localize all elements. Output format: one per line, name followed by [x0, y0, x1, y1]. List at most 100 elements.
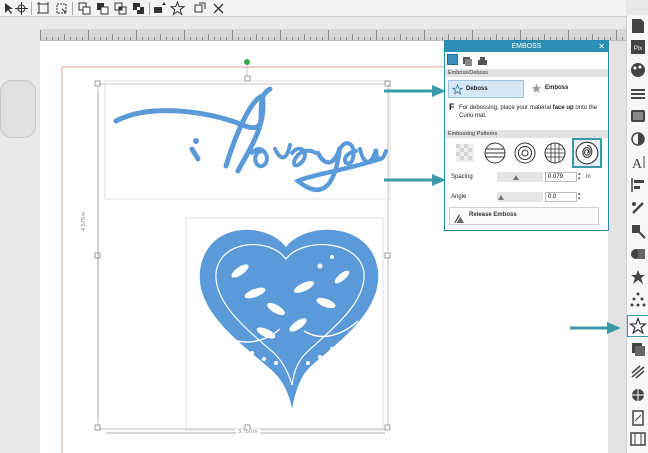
- release-emboss-label: Release Emboss: [469, 212, 517, 218]
- intersect-icon[interactable]: [113, 1, 128, 16]
- ruler-tick: [262, 37, 263, 40]
- grid-icon[interactable]: [629, 386, 647, 404]
- ruler-tick: [412, 37, 413, 40]
- emboss-button[interactable]: Emboss: [528, 80, 606, 98]
- ruler-tick: [190, 37, 191, 40]
- angle-stepper[interactable]: ▴ ▾: [578, 192, 584, 202]
- section-patterns: Embossing Patterns: [445, 130, 608, 138]
- deboss-label: Deboss: [466, 86, 488, 92]
- section-emboss-deboss: Emboss/Deboss: [445, 69, 608, 77]
- sketch-icon[interactable]: [629, 363, 647, 381]
- tab-print-icon[interactable]: [477, 54, 488, 65]
- ruler-tick: [166, 37, 167, 40]
- ruler-tick: [46, 37, 47, 40]
- library-icon[interactable]: [629, 430, 647, 448]
- layers-icon[interactable]: [629, 340, 647, 358]
- height-dimension-label: 4.579 in: [81, 211, 87, 231]
- spacing-stepper[interactable]: ▴ ▾: [578, 172, 584, 182]
- spacing-slider-thumb[interactable]: [513, 175, 519, 180]
- angle-slider-thumb[interactable]: [498, 195, 504, 200]
- emboss-panel: EMBOSS ✕ Emboss/Deboss Deboss Emboss F F…: [444, 40, 609, 231]
- panel-tabs: [445, 52, 608, 67]
- ruler-tick: [112, 34, 113, 40]
- ruler-tick: [292, 37, 293, 40]
- ruler-tick: [424, 30, 425, 40]
- ruler-tick: [388, 37, 389, 40]
- panel-close-icon[interactable]: ✕: [598, 41, 605, 52]
- page-tools-icon[interactable]: [629, 409, 647, 427]
- release-emboss-button[interactable]: Release Emboss: [449, 207, 599, 225]
- angle-input[interactable]: 0.0: [545, 192, 577, 202]
- align-panel-icon[interactable]: [629, 176, 647, 194]
- crosshair-icon[interactable]: [14, 1, 29, 16]
- ruler-tick: [124, 37, 125, 40]
- pixscan-icon[interactable]: Pix: [629, 38, 647, 56]
- ruler-tick: [94, 37, 95, 40]
- ruler-tick: [256, 34, 257, 40]
- group-select-icon[interactable]: [54, 1, 69, 16]
- ruler-tick: [184, 30, 185, 40]
- ruler-tick: [430, 37, 431, 40]
- pattern-circles[interactable]: [513, 141, 537, 165]
- top-toolbar: [0, 0, 626, 17]
- ruler-tick: [358, 37, 359, 40]
- spacing-input[interactable]: 0.079: [545, 172, 577, 182]
- text-style-icon[interactable]: A: [629, 153, 647, 172]
- spacing-slider[interactable]: [497, 172, 543, 182]
- palette-icon[interactable]: [629, 61, 647, 79]
- ruler-tick: [352, 34, 353, 40]
- arrow-spacing: [384, 174, 446, 186]
- ruler-tick: [286, 37, 287, 40]
- panel-title-bar[interactable]: EMBOSS ✕: [445, 41, 608, 52]
- transform-icon[interactable]: [629, 222, 647, 240]
- ruler-tick: [382, 37, 383, 40]
- star-icon[interactable]: [169, 0, 186, 16]
- pattern-none[interactable]: [453, 141, 477, 165]
- ruler-tick: [376, 30, 377, 40]
- ruler-tick: [130, 37, 131, 40]
- stack-icon[interactable]: [153, 1, 168, 16]
- ruler-tick: [100, 37, 101, 40]
- weld-icon[interactable]: [77, 1, 92, 16]
- align-icon[interactable]: [36, 1, 51, 16]
- ruler-tick: [136, 30, 137, 40]
- emboss-star-icon[interactable]: [627, 315, 648, 337]
- ruler-tick: [88, 30, 89, 40]
- spacing-label: Spacing: [451, 174, 473, 180]
- trace-icon[interactable]: [629, 291, 647, 309]
- arrow-deboss: [384, 85, 446, 97]
- offset-icon[interactable]: [629, 268, 647, 286]
- left-panel-knob[interactable]: [0, 80, 36, 138]
- ruler-tick: [622, 37, 623, 40]
- ruler-tick: [232, 30, 233, 40]
- close-icon[interactable]: [211, 1, 226, 16]
- ruler-tick: [64, 34, 65, 40]
- page-setup-icon[interactable]: [629, 17, 647, 35]
- replicate-panel-icon[interactable]: [629, 199, 647, 217]
- ruler-tick: [610, 37, 611, 40]
- svg-text:Pix: Pix: [634, 46, 642, 52]
- ruler-tick: [436, 37, 437, 40]
- ruler-tick: [154, 37, 155, 40]
- ruler-tick: [250, 37, 251, 40]
- transparency-icon[interactable]: [629, 130, 647, 148]
- ruler-tick: [142, 37, 143, 40]
- ruler-tick: [394, 37, 395, 40]
- ruler-tick: [280, 30, 281, 40]
- replicate-icon[interactable]: [193, 1, 208, 16]
- angle-slider[interactable]: [497, 192, 543, 202]
- subtract-icon[interactable]: [95, 1, 110, 16]
- fill-icon[interactable]: [629, 107, 647, 125]
- ruler-tick: [268, 37, 269, 40]
- deboss-button[interactable]: Deboss: [448, 80, 524, 98]
- tab-emboss-icon[interactable]: [447, 54, 458, 65]
- ruler-tick: [568, 30, 569, 40]
- ruler-tick: [196, 37, 197, 40]
- rotate-handle[interactable]: [244, 59, 250, 65]
- modify-icon[interactable]: [629, 245, 647, 263]
- pattern-lines[interactable]: [483, 141, 507, 165]
- ruler-tick: [616, 30, 617, 40]
- exclude-icon[interactable]: [131, 1, 146, 16]
- tab-layers-icon[interactable]: [462, 54, 473, 66]
- line-style-icon[interactable]: [629, 84, 647, 102]
